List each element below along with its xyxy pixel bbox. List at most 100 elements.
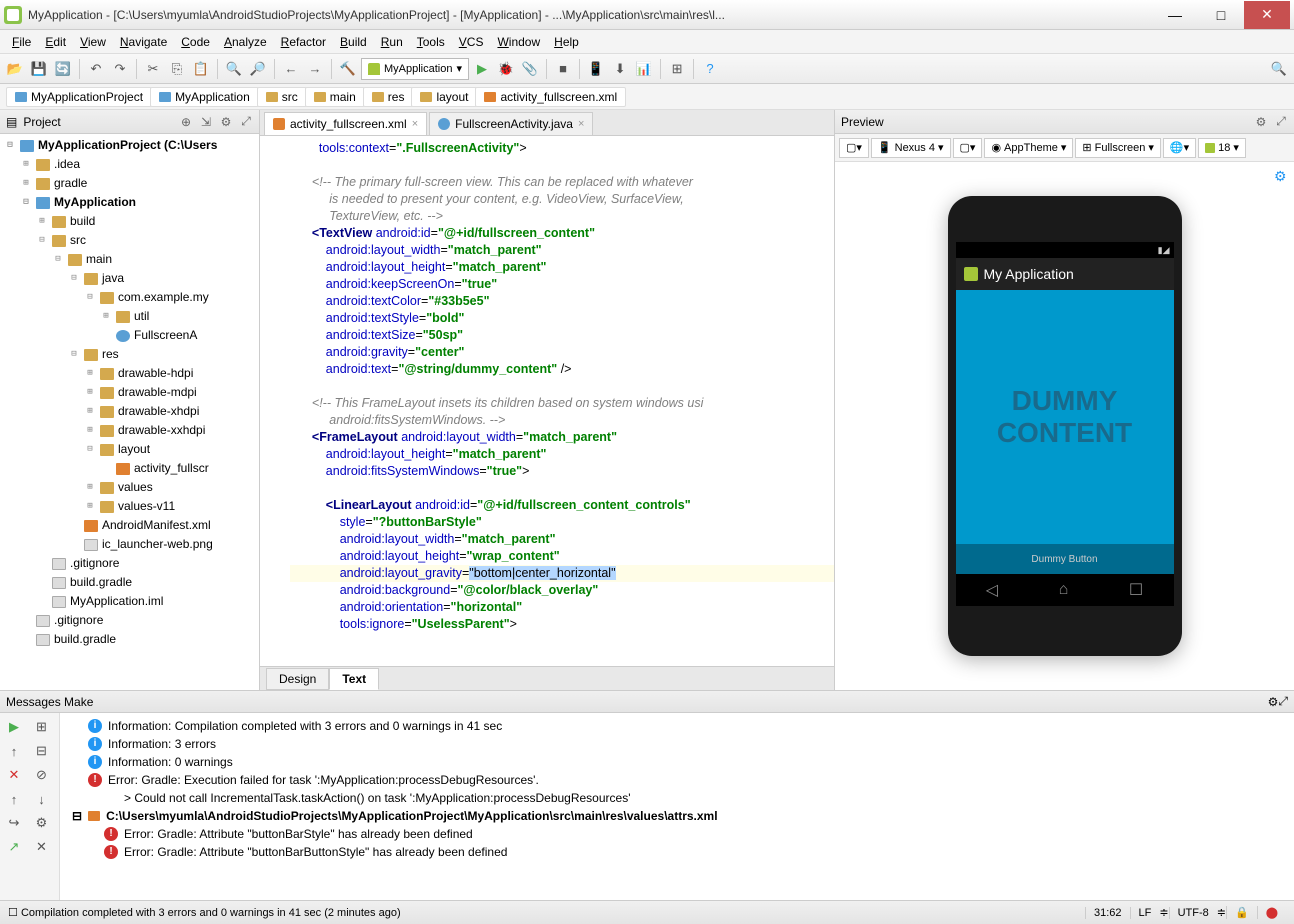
menu-build[interactable]: Build [334,33,373,51]
api-combo[interactable]: 18▾ [1198,138,1246,158]
help-icon[interactable]: ? [699,58,721,80]
prev-icon[interactable]: ↑ [4,789,24,809]
stop-icon[interactable]: ■ [552,58,574,80]
message-row[interactable]: !Error: Gradle: Attribute "buttonBarButt… [64,843,1290,861]
debug-icon[interactable]: 🐞 [495,58,517,80]
menu-vcs[interactable]: VCS [453,33,490,51]
crumb-6[interactable]: activity_fullscreen.xml [475,87,626,107]
config-combo[interactable]: ▢▾ [953,138,983,158]
tree-item[interactable]: ⊞values-v11 [0,497,259,516]
close-tab-icon[interactable]: × [578,118,584,130]
tree-item[interactable]: activity_fullscr [0,459,259,478]
tree-item[interactable]: ⊟src [0,231,259,250]
open-icon[interactable]: 📂 [4,58,26,80]
sdk-icon[interactable]: ⬇ [609,58,631,80]
tree-item[interactable]: ⊞drawable-hdpi [0,364,259,383]
menu-file[interactable]: File [6,33,37,51]
search-icon[interactable]: 🔍 [1268,58,1290,80]
tree-item[interactable]: ⊞drawable-mdpi [0,383,259,402]
crumb-5[interactable]: layout [411,87,477,107]
filter-icon[interactable]: ⊘ [32,765,52,785]
message-row[interactable]: iInformation: 3 errors [64,735,1290,753]
redo-icon[interactable]: ↷ [109,58,131,80]
save-icon[interactable]: 💾 [28,58,50,80]
messages-tree[interactable]: iInformation: Compilation completed with… [60,713,1294,900]
crumb-0[interactable]: MyApplicationProject [6,87,152,107]
menu-refactor[interactable]: Refactor [275,33,332,51]
menu-view[interactable]: View [74,33,112,51]
tree-item[interactable]: ⊞values [0,478,259,497]
message-row[interactable]: iInformation: Compilation completed with… [64,717,1290,735]
theme-combo[interactable]: ◉AppTheme▾ [984,138,1073,158]
menu-tools[interactable]: Tools [411,33,451,51]
message-row[interactable]: iInformation: 0 warnings [64,753,1290,771]
editor-tab[interactable]: activity_fullscreen.xml× [264,112,427,135]
status-icon[interactable]: ☐ [8,906,18,919]
tree-item[interactable]: ⊟com.example.my [0,288,259,307]
tree-item[interactable]: ⊟layout [0,440,259,459]
menu-help[interactable]: Help [548,33,585,51]
structure-icon[interactable]: ⊞ [666,58,688,80]
run-icon[interactable]: ▶ [471,58,493,80]
cut-icon[interactable]: ✂ [142,58,164,80]
menu-edit[interactable]: Edit [39,33,72,51]
tree-item[interactable]: ⊞build [0,212,259,231]
menu-code[interactable]: Code [175,33,216,51]
refresh-icon[interactable]: ⚙ [1274,168,1288,182]
tree-item[interactable]: ic_launcher-web.png [0,535,259,554]
menu-navigate[interactable]: Navigate [114,33,173,51]
hide-icon[interactable]: ⤢ [239,115,253,129]
project-tree[interactable]: ⊟MyApplicationProject (C:\Users⊞.idea⊞gr… [0,134,259,690]
tree-item[interactable]: ⊞drawable-xxhdpi [0,421,259,440]
replace-icon[interactable]: 🔎 [247,58,269,80]
stop-icon[interactable]: ✕ [4,765,24,785]
gear-icon[interactable]: ⚙ [219,115,233,129]
collapse-icon[interactable]: ⊟ [32,741,52,761]
close-panel-icon[interactable]: ✕ [32,837,52,857]
undo-icon[interactable]: ↶ [85,58,107,80]
tree-item[interactable]: FullscreenA [0,326,259,345]
hide-icon[interactable]: ⤢ [1274,115,1288,129]
scroll-to-icon[interactable]: ⊕ [179,115,193,129]
expand-icon[interactable]: ⊞ [32,717,52,737]
tree-item[interactable]: build.gradle [0,630,259,649]
tree-item[interactable]: ⊟MyApplicationProject (C:\Users [0,136,259,155]
tree-item[interactable]: .gitignore [0,554,259,573]
menu-window[interactable]: Window [491,33,546,51]
code-editor[interactable]: tools:context=".FullscreenActivity"> <!-… [260,136,834,666]
editor-tab[interactable]: FullscreenActivity.java× [429,112,593,135]
settings-icon[interactable]: ⚙ [32,813,52,833]
tree-item[interactable]: ⊞gradle [0,174,259,193]
gear-icon[interactable]: ⚙ [1268,695,1279,709]
minimize-button[interactable]: — [1152,1,1198,29]
crumb-4[interactable]: res [363,87,414,107]
crumb-2[interactable]: src [257,87,307,107]
pin-icon[interactable]: ↗ [4,837,24,857]
run-config-combo[interactable]: MyApplication ▾ [361,58,469,80]
message-row[interactable]: !Error: Gradle: Attribute "buttonBarStyl… [64,825,1290,843]
tree-item[interactable]: MyApplication.iml [0,592,259,611]
lock-icon[interactable]: 🔒 [1226,906,1257,919]
tree-item[interactable]: ⊟java [0,269,259,288]
text-tab[interactable]: Text [329,668,379,690]
export-icon[interactable]: ↪ [4,813,24,833]
tree-item[interactable]: ⊟MyApplication [0,193,259,212]
message-row[interactable]: > Could not call IncrementalTask.taskAct… [64,789,1290,807]
monitor-icon[interactable]: 📊 [633,58,655,80]
activity-combo[interactable]: ⊞Fullscreen▾ [1075,138,1161,158]
tree-item[interactable]: AndroidManifest.xml [0,516,259,535]
inspector-icon[interactable]: ⬤ [1257,906,1286,919]
design-tab[interactable]: Design [266,668,329,690]
attach-icon[interactable]: 📎 [519,58,541,80]
next-icon[interactable]: ↓ [32,789,52,809]
dummy-button[interactable]: Dummy Button [1031,554,1097,565]
back-icon[interactable]: ← [280,58,302,80]
collapse-icon[interactable]: ⇲ [199,115,213,129]
make-icon[interactable]: 🔨 [337,58,359,80]
tree-item[interactable]: ⊞.idea [0,155,259,174]
message-row[interactable]: !Error: Gradle: Execution failed for tas… [64,771,1290,789]
sync-icon[interactable]: 🔄 [52,58,74,80]
crumb-3[interactable]: main [305,87,365,107]
crumb-1[interactable]: MyApplication [150,87,259,107]
up-icon[interactable]: ↑ [4,741,24,761]
